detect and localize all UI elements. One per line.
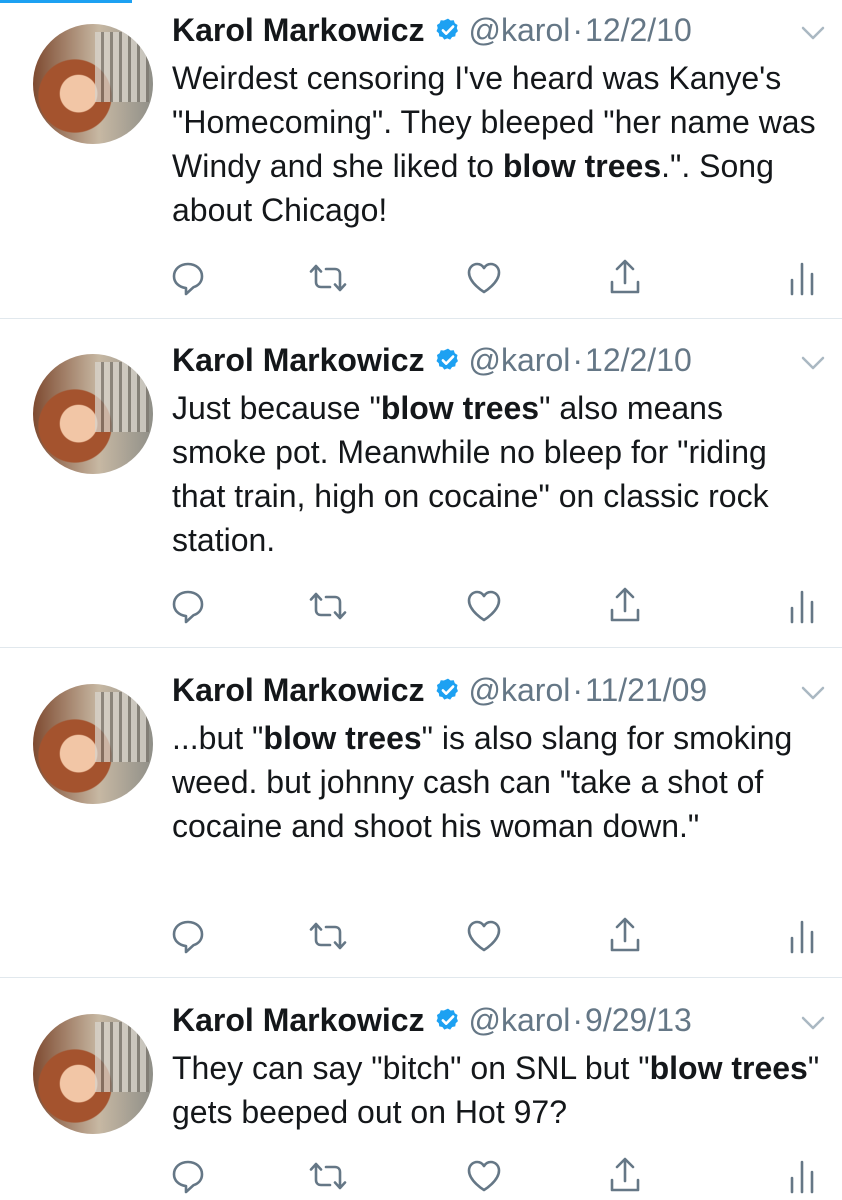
like-button[interactable] [464, 256, 504, 300]
tweet-text: ...but "blow trees" is also slang for sm… [172, 716, 822, 848]
separator: · [572, 1002, 584, 1038]
tweet-date[interactable]: 12/2/10 [585, 342, 692, 378]
like-button[interactable] [464, 584, 504, 628]
reply-icon [172, 1160, 204, 1194]
analytics-icon [790, 590, 814, 624]
author-handle[interactable]: @karol [469, 1002, 571, 1038]
share-icon [610, 587, 640, 622]
share-button[interactable] [605, 256, 645, 300]
reply-icon [172, 920, 204, 954]
text-segment: ...but " [172, 720, 264, 756]
tweet-header: Karol Markowicz @karol·11/21/09 [172, 672, 707, 712]
reply-button[interactable] [168, 1154, 208, 1198]
share-button[interactable] [605, 584, 645, 628]
reply-button[interactable] [168, 256, 208, 300]
top-tab-indicator [0, 0, 132, 3]
tweet-actions [172, 1154, 822, 1198]
tweet-text: Just because "blow trees" also means smo… [172, 386, 822, 562]
like-icon [467, 1160, 501, 1192]
verified-badge-icon [436, 348, 458, 370]
author-name[interactable]: Karol Markowicz [172, 672, 425, 708]
author-handle[interactable]: @karol [469, 342, 571, 378]
retweet-button[interactable] [308, 1154, 348, 1198]
analytics-icon [790, 1160, 814, 1194]
reply-icon [172, 590, 204, 624]
tweet-divider [0, 647, 842, 648]
retweet-icon [309, 1162, 347, 1190]
bold-text: blow trees [263, 720, 422, 756]
retweet-button[interactable] [308, 584, 348, 628]
tweet-actions [172, 256, 822, 300]
like-button[interactable] [464, 1154, 504, 1198]
analytics-button[interactable] [782, 256, 822, 300]
tweet-date[interactable]: 9/29/13 [585, 1002, 692, 1038]
text-segment: They can say "bitch" on SNL but " [172, 1050, 650, 1086]
analytics-button[interactable] [782, 914, 822, 958]
tweet-header: Karol Markowicz @karol·12/2/10 [172, 342, 692, 382]
tweet-header: Karol Markowicz @karol·9/29/13 [172, 1002, 692, 1042]
bold-text: blow trees [380, 390, 540, 426]
tweet-date[interactable]: 11/21/09 [585, 672, 707, 708]
chevron-down-icon[interactable] [799, 24, 827, 42]
tweet-actions [172, 914, 822, 958]
author-name[interactable]: Karol Markowicz [172, 342, 425, 378]
bold-text: blow trees [502, 148, 662, 184]
analytics-button[interactable] [782, 584, 822, 628]
tweet-divider [0, 977, 842, 978]
author-handle[interactable]: @karol [469, 12, 571, 48]
reply-button[interactable] [168, 914, 208, 958]
chevron-down-icon[interactable] [799, 1014, 827, 1032]
like-icon [467, 920, 501, 952]
reply-button[interactable] [168, 584, 208, 628]
verified-badge-icon [436, 1008, 458, 1030]
analytics-icon [790, 920, 814, 954]
tweet-divider [0, 318, 842, 319]
separator: · [572, 672, 584, 708]
bold-text: blow trees [649, 1050, 808, 1086]
verified-badge-icon [436, 18, 458, 40]
tweet-header: Karol Markowicz @karol·12/2/10 [172, 12, 692, 52]
share-icon [610, 917, 640, 952]
like-icon [467, 262, 501, 294]
share-icon [610, 259, 640, 294]
like-icon [467, 590, 501, 622]
tweet-text: Weirdest censoring I've heard was Kanye'… [172, 56, 822, 232]
share-button[interactable] [605, 914, 645, 958]
avatar[interactable] [33, 684, 153, 804]
analytics-button[interactable] [782, 1154, 822, 1198]
tweet-text: They can say "bitch" on SNL but "blow tr… [172, 1046, 822, 1134]
author-name[interactable]: Karol Markowicz [172, 1002, 425, 1038]
reply-icon [172, 262, 204, 296]
text-segment: Just because " [172, 390, 381, 426]
share-icon [610, 1157, 640, 1192]
avatar[interactable] [33, 1014, 153, 1134]
avatar[interactable] [33, 24, 153, 144]
author-handle[interactable]: @karol [469, 672, 571, 708]
separator: · [572, 12, 584, 48]
share-button[interactable] [605, 1154, 645, 1198]
analytics-icon [790, 262, 814, 296]
author-name[interactable]: Karol Markowicz [172, 12, 425, 48]
tweet-date[interactable]: 12/2/10 [585, 12, 692, 48]
retweet-icon [309, 922, 347, 950]
verified-badge-icon [436, 678, 458, 700]
chevron-down-icon[interactable] [799, 684, 827, 702]
retweet-button[interactable] [308, 256, 348, 300]
avatar[interactable] [33, 354, 153, 474]
like-button[interactable] [464, 914, 504, 958]
retweet-icon [309, 264, 347, 292]
retweet-button[interactable] [308, 914, 348, 958]
tweet-actions [172, 584, 822, 628]
retweet-icon [309, 592, 347, 620]
chevron-down-icon[interactable] [799, 354, 827, 372]
separator: · [572, 342, 584, 378]
